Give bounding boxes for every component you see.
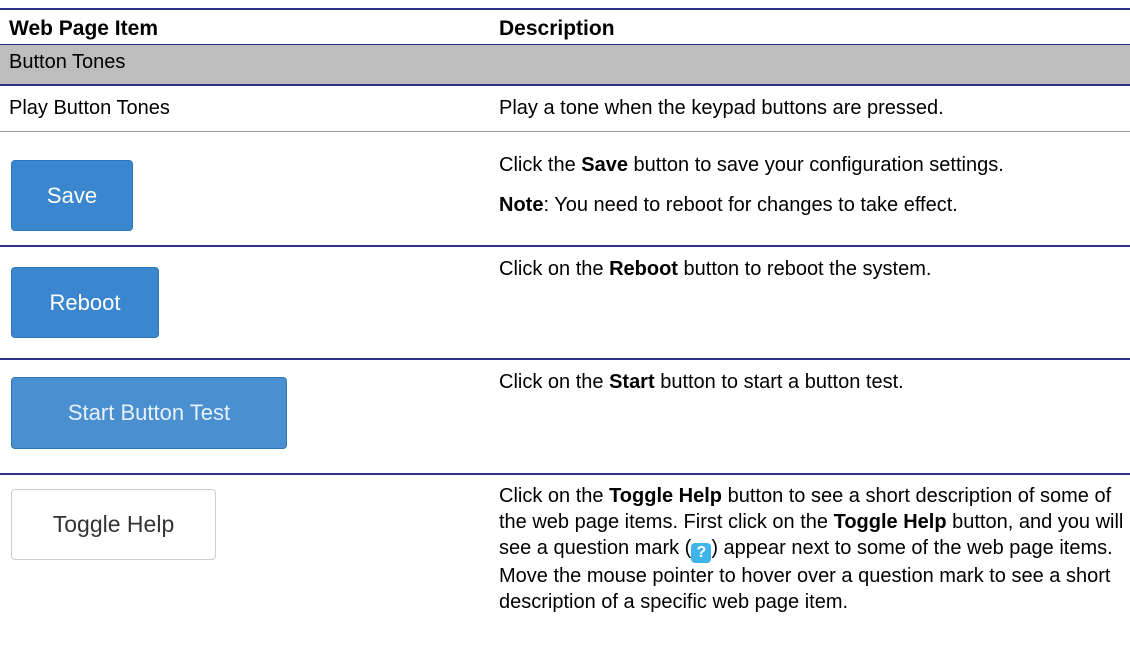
desc-reboot: Click on the Reboot button to reboot the… [499, 258, 932, 280]
row-divider [0, 131, 1130, 132]
column-header-item: Web Page Item [9, 17, 158, 40]
section-row: Button Tones [0, 45, 1130, 84]
start-button-test-button[interactable]: Start Button Test [11, 377, 287, 449]
item-play-button-tones: Play Button Tones [9, 97, 170, 119]
top-rule [0, 8, 1130, 10]
save-button[interactable]: Save [11, 160, 133, 231]
desc-toggle-help: Click on the Toggle Help button to see a… [499, 485, 1124, 613]
desc-save: Click the Save button to save your confi… [499, 154, 1004, 176]
question-mark-icon: ? [691, 543, 712, 563]
row-rule [0, 473, 1130, 475]
desc-play-button-tones: Play a tone when the keypad buttons are … [499, 97, 944, 119]
row-rule [0, 358, 1130, 360]
section-title: Button Tones [9, 51, 126, 73]
note-save: Note: You need to reboot for changes to … [499, 194, 958, 216]
desc-start: Click on the Start button to start a but… [499, 371, 904, 393]
section-rule [0, 84, 1130, 86]
toggle-help-button[interactable]: Toggle Help [11, 489, 216, 560]
column-header-description: Description [499, 17, 615, 40]
row-rule [0, 245, 1130, 247]
reboot-button[interactable]: Reboot [11, 267, 159, 338]
